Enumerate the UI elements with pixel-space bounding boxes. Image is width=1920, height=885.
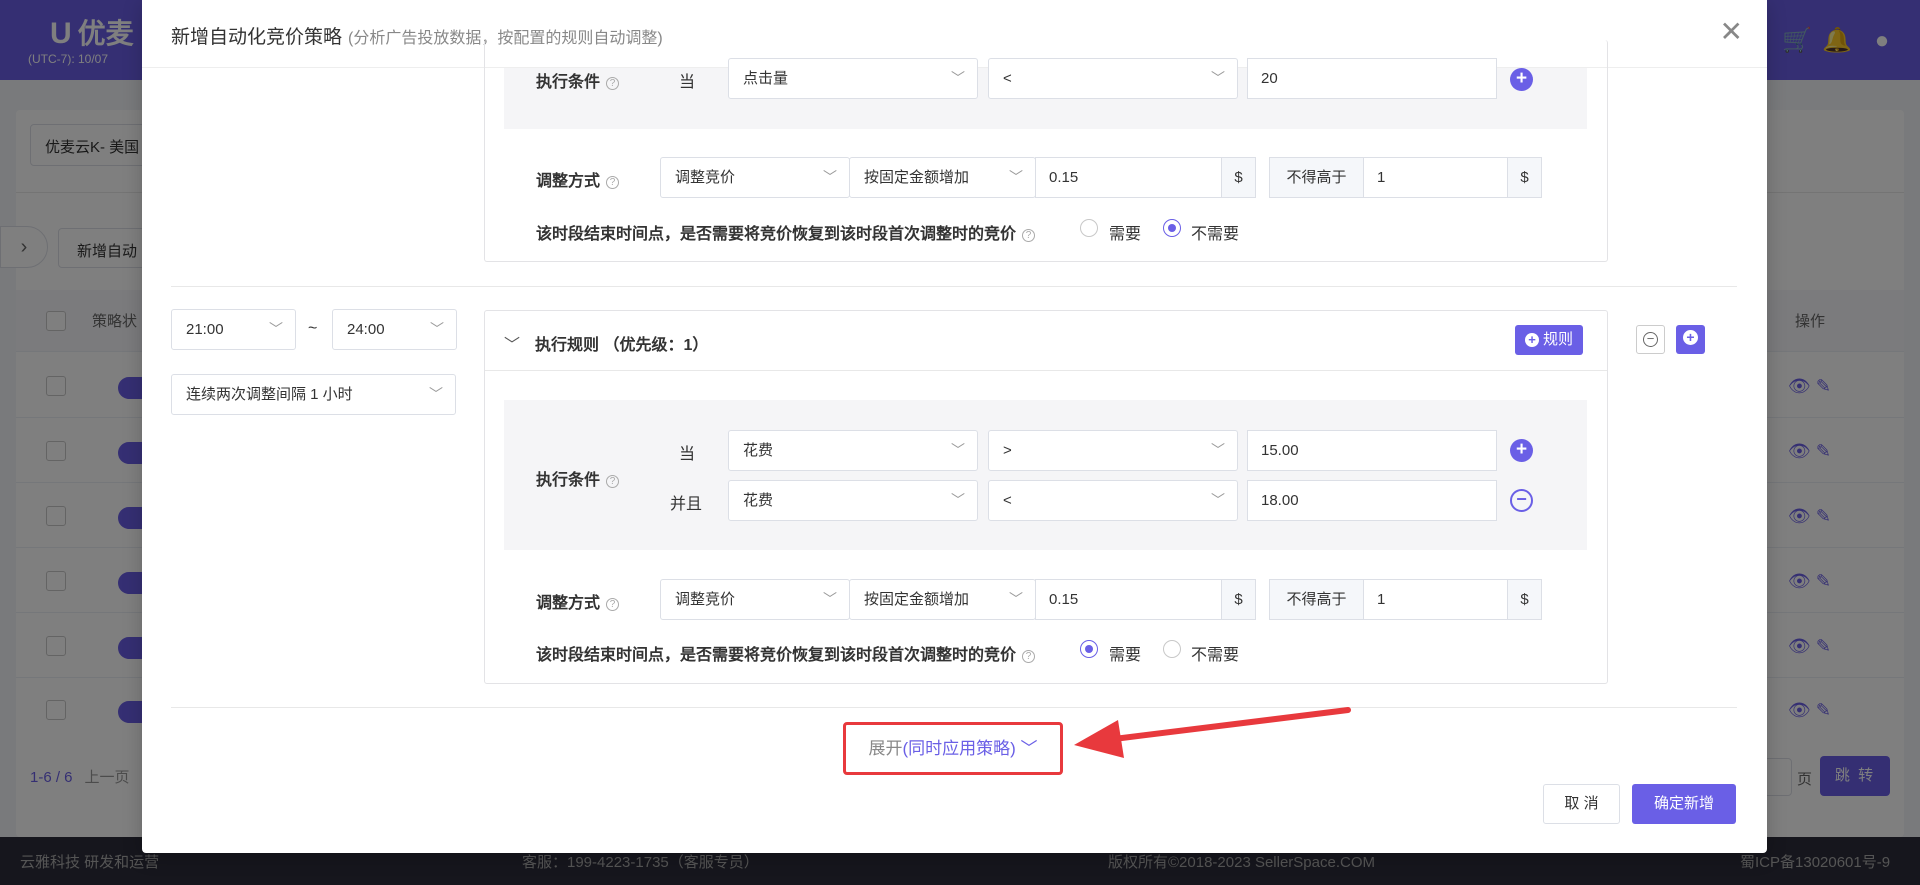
expand-link[interactable]: 展开(同时应用策略) ﹀ [843,722,1063,775]
help-icon[interactable]: ? [606,176,620,189]
conj-when: 当 [679,446,696,463]
limit-input[interactable]: 1 [1363,579,1508,620]
chevron-down-icon: ﹀ [269,321,283,337]
add-rule-button[interactable]: + 规则 [1515,325,1584,355]
adjust-method-select[interactable]: 按固定金额增加 ﹀ [849,579,1036,620]
restore-question: 该时段结束时间点，是否需要将竞价恢复到该时段首次调整时的竞价? [536,641,1036,665]
chevron-down-icon: ﹀ [1009,169,1023,185]
close-icon[interactable]: ✕ [1720,18,1743,46]
end-time-select[interactable]: 24:00 ﹀ [332,309,457,350]
restore-yes-label[interactable]: 需要 [1109,220,1141,244]
strategy-modal: 新增自动化竞价策略 (分析广告投放数据，按配置的规则自动调整) ✕ 执行条件? 当… [142,0,1767,853]
cancel-button[interactable]: 取 消 [1543,784,1620,824]
restore-yes-radio[interactable] [1080,640,1098,658]
restore-no-radio[interactable] [1163,219,1181,237]
limit-input[interactable]: 1 [1363,157,1508,198]
condition-value-input[interactable]: 20 [1247,58,1497,99]
limit-label: 不得高于 [1269,579,1364,620]
help-icon[interactable]: ? [1022,650,1036,663]
limit-currency-addon: $ [1507,157,1542,198]
currency-addon: $ [1221,157,1256,198]
chevron-down-icon: ﹀ [1015,739,1038,758]
condition-op-select[interactable]: < ﹀ [988,58,1238,99]
plus-icon: + [1683,330,1698,345]
restore-question: 该时段结束时间点，是否需要将竞价恢复到该时段首次调整时的竞价? [536,220,1036,244]
chevron-down-icon: ﹀ [1211,70,1225,86]
condition-field-select[interactable]: 点击量 ﹀ [728,58,978,99]
add-condition-icon[interactable]: + [1510,439,1533,462]
currency-addon: $ [1221,579,1256,620]
amount-input[interactable]: 0.15 [1035,157,1222,198]
condition-field-select[interactable]: 花费 ﹀ [728,480,978,521]
chevron-down-icon: ﹀ [823,169,837,185]
condition-label: 执行条件? [536,68,620,92]
start-time-select[interactable]: 21:00 ﹀ [171,309,296,350]
restore-yes-label[interactable]: 需要 [1109,641,1141,665]
chevron-down-icon: ﹀ [1211,442,1225,458]
remove-time-block-button[interactable]: − [1636,325,1665,354]
adjust-label: 调整方式? [536,589,620,613]
limit-label: 不得高于 [1269,157,1364,198]
condition-field-select[interactable]: 花费 ﹀ [728,430,978,471]
limit-currency-addon: $ [1507,579,1542,620]
restore-no-radio[interactable] [1163,640,1181,658]
chevron-down-icon: ﹀ [1211,492,1225,508]
time-separator: ~ [308,320,318,337]
restore-no-label[interactable]: 不需要 [1191,220,1239,244]
adjust-method-select[interactable]: 按固定金额增加 ﹀ [849,157,1036,198]
condition-label: 执行条件? [536,466,620,490]
help-icon[interactable]: ? [1022,229,1036,242]
restore-no-label[interactable]: 不需要 [1191,641,1239,665]
remove-condition-icon[interactable]: − [1510,489,1533,512]
annotation-arrow-icon [1074,707,1351,758]
conj-and: 并且 [670,496,703,513]
minus-icon: − [1643,332,1658,347]
interval-select[interactable]: 连续两次调整间隔 1 小时 ﹀ [171,374,456,415]
chevron-down-icon: ﹀ [951,492,965,508]
plus-icon: + [1525,333,1539,347]
help-icon[interactable]: ? [606,77,620,90]
conj-when: 当 [679,74,696,91]
confirm-button[interactable]: 确定新增 [1632,784,1736,824]
adjust-label: 调整方式? [536,167,620,191]
condition-area [504,400,1587,550]
divider [171,286,1737,287]
add-time-block-button[interactable]: + [1676,325,1705,354]
add-condition-icon[interactable]: + [1510,68,1533,91]
help-icon[interactable]: ? [606,598,620,611]
restore-yes-radio[interactable] [1080,219,1098,237]
condition-op-select[interactable]: < ﹀ [988,480,1238,521]
chevron-down-icon: ﹀ [823,591,837,607]
help-icon[interactable]: ? [606,475,620,488]
condition-value-input[interactable]: 18.00 [1247,480,1497,521]
condition-op-select[interactable]: > ﹀ [988,430,1238,471]
rule-header-divider [485,370,1607,371]
adjust-type-select[interactable]: 调整竞价 ﹀ [660,157,850,198]
chevron-down-icon: ﹀ [951,70,965,86]
amount-input[interactable]: 0.15 [1035,579,1222,620]
adjust-type-select[interactable]: 调整竞价 ﹀ [660,579,850,620]
rule-header: 执行规则 （优先级：1） [535,337,709,354]
chevron-down-icon: ﹀ [951,442,965,458]
chevron-down-icon: ﹀ [430,321,444,337]
chevron-down-icon: ﹀ [1009,591,1023,607]
chevron-down-icon[interactable]: ﹀ [504,331,520,355]
divider [171,707,1737,708]
chevron-down-icon: ﹀ [429,386,443,402]
condition-value-input[interactable]: 15.00 [1247,430,1497,471]
